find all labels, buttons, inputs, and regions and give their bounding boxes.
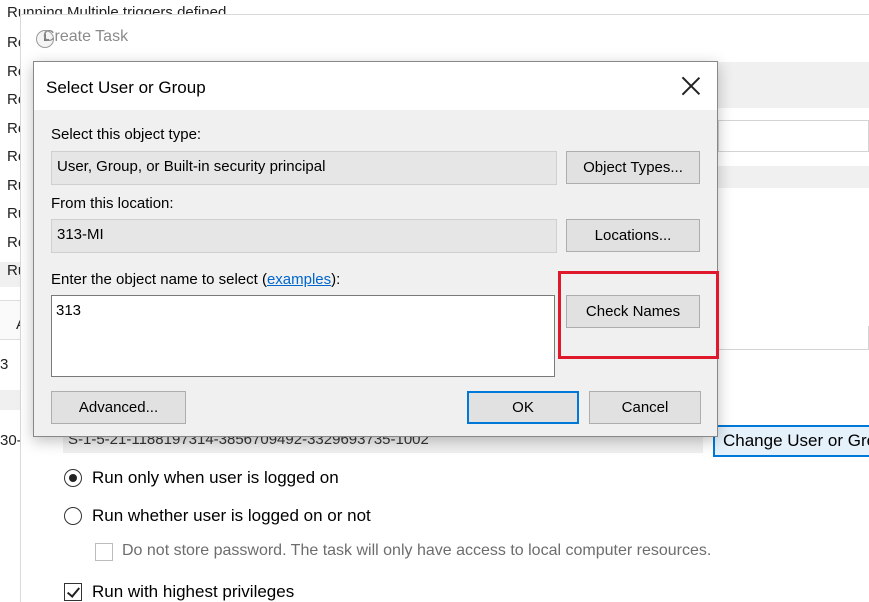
no-store-password-checkbox[interactable] [95,543,113,561]
no-store-password-label: Do not store password. The task will onl… [122,542,712,559]
create-task-title: Create Task [43,28,129,45]
create-task-gray-band [718,166,869,188]
close-icon[interactable] [681,76,701,96]
cancel-button[interactable]: Cancel [589,391,701,424]
location-field: 313-MI [51,219,557,253]
dialog-titlebar: Select User or Group [34,62,717,110]
run-logged-on-radio[interactable] [64,469,82,487]
create-task-tab-strip [718,62,869,108]
run-logged-on-label: Run only when user is logged on [92,468,339,487]
enter-name-suffix: ): [331,271,341,288]
check-names-highlight [558,271,719,359]
enter-name-label: Enter the object name to select (example… [51,271,340,288]
object-types-button[interactable]: Object Types... [566,151,700,184]
ok-button[interactable]: OK [467,391,579,424]
create-task-field [718,120,869,152]
location-label: From this location: [51,195,174,212]
highest-privileges-label: Run with highest privileges [92,582,295,601]
run-whether-label: Run whether user is logged on or not [92,506,371,525]
change-user-button[interactable]: Change User or Gro [713,425,869,457]
create-task-field [718,196,869,228]
object-type-field: User, Group, or Built-in security princi… [51,151,557,185]
highest-privileges-checkbox[interactable] [64,583,82,601]
advanced-button[interactable]: Advanced... [51,391,186,424]
background-snippet: 3 [0,356,9,373]
enter-name-prefix: Enter the object name to select ( [51,271,267,288]
object-type-label: Select this object type: [51,126,202,143]
locations-button[interactable]: Locations... [566,219,700,252]
select-user-dialog: Select User or Group Select this object … [33,61,718,437]
background-snippet: 30- [0,432,22,449]
object-name-input[interactable]: 313 [51,295,555,377]
dialog-title: Select User or Group [46,78,206,97]
run-whether-radio[interactable] [64,507,82,525]
create-task-field [718,326,869,350]
examples-link[interactable]: examples [267,271,331,288]
